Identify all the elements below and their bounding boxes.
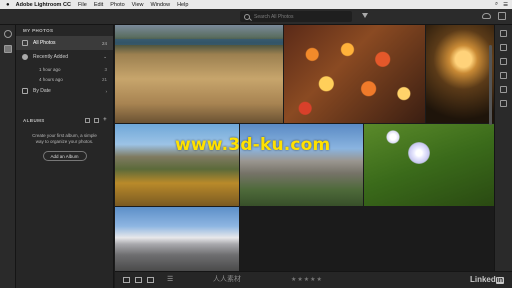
menu-photo[interactable]: Photo <box>110 2 124 8</box>
crop-icon[interactable] <box>500 44 507 51</box>
add-photos-icon[interactable] <box>3 30 12 38</box>
chevron-right-icon[interactable]: › <box>106 89 108 94</box>
radial-gradient-icon[interactable] <box>500 86 507 93</box>
library-icon[interactable] <box>3 45 12 53</box>
photo-snowy-mountains[interactable] <box>115 207 239 271</box>
search-input[interactable]: Search All Photos <box>240 11 352 22</box>
sidebar-item-label: By Date <box>33 88 51 94</box>
cloud-sync-icon[interactable] <box>482 13 491 19</box>
all-photos-count: 24 <box>101 40 107 46</box>
sidebar-sub-item[interactable]: 4 hours ago 21 <box>16 74 113 84</box>
albums-empty-message: Create your first album, a simple way to… <box>32 133 97 144</box>
albums-tools: + <box>85 117 107 123</box>
filter-icon[interactable] <box>362 13 368 18</box>
search-placeholder: Search All Photos <box>254 13 294 20</box>
grid-view-icon[interactable] <box>123 277 130 283</box>
linkedin-wordmark: Linked <box>469 275 496 284</box>
sub-item-label: 4 hours ago <box>39 76 63 82</box>
search-status-icon[interactable]: ⌕ <box>495 1 498 8</box>
search-icon <box>244 13 250 20</box>
photos-icon <box>22 40 28 46</box>
albums-header-label: ALBUMS <box>23 117 45 123</box>
site-watermark: 人人素材 <box>213 276 241 283</box>
sidebar: MY PHOTOS All Photos 24 Recently Added ⌄… <box>16 25 114 288</box>
add-icon[interactable]: + <box>103 117 107 123</box>
apple-icon[interactable]: ● <box>6 2 10 8</box>
my-photos-header: MY PHOTOS <box>23 28 54 33</box>
photo-lanterns[interactable] <box>284 25 425 123</box>
sub-item-label: 1 hour ago <box>39 66 61 72</box>
watermark-url: www.3d-ku.com <box>175 135 331 155</box>
clock-icon <box>22 54 28 60</box>
calendar-icon <box>22 88 28 94</box>
menu-bar: ● Adobe Lightroom CC File Edit Photo Vie… <box>0 0 512 9</box>
left-rail <box>0 25 16 288</box>
sidebar-item-label: All Photos <box>33 40 56 46</box>
grid-view-icon[interactable] <box>94 117 100 123</box>
menu-edit[interactable]: Edit <box>94 2 103 8</box>
brush-icon[interactable] <box>500 58 507 65</box>
photo-grass-field[interactable] <box>115 25 283 123</box>
chevron-down-icon[interactable]: ⌄ <box>103 54 107 60</box>
albums-header: ALBUMS + <box>16 115 113 125</box>
edit-icon[interactable] <box>500 30 507 37</box>
list-view-icon[interactable] <box>85 117 91 123</box>
sidebar-item-recently-added[interactable]: Recently Added ⌄ <box>16 50 113 64</box>
menu-help[interactable]: Help <box>177 2 188 8</box>
add-album-button[interactable]: Add an Album <box>42 151 87 161</box>
bottom-bar: ☰ 人人素材 ★★★★★ Linkedin <box>115 271 512 288</box>
rating-stars[interactable]: ★★★★★ <box>291 276 323 283</box>
grid-scrollbar[interactable] <box>489 45 492 125</box>
right-rail <box>494 25 512 271</box>
sidebar-item-label: Recently Added <box>33 54 69 60</box>
menubar-status-area: ⌕ ☰ <box>495 0 508 9</box>
sub-item-count: 3 <box>104 66 107 72</box>
photo-columbine-flower[interactable] <box>364 124 494 206</box>
share-icon[interactable] <box>498 12 506 20</box>
linear-gradient-icon[interactable] <box>500 72 507 79</box>
linkedin-logo: Linkedin <box>470 275 504 284</box>
sidebar-sub-item[interactable]: 1 hour ago 3 <box>16 64 113 74</box>
top-toolbar: Search All Photos <box>0 9 512 25</box>
square-grid-icon[interactable] <box>135 277 142 283</box>
photo-alley-night[interactable] <box>426 25 494 123</box>
list-status-icon[interactable]: ☰ <box>503 2 508 8</box>
menu-app-name[interactable]: Adobe Lightroom CC <box>16 2 71 8</box>
detail-view-icon[interactable] <box>147 277 154 283</box>
linkedin-in-badge: in <box>495 277 504 284</box>
sidebar-item-all-photos[interactable]: All Photos 24 <box>16 36 113 50</box>
toolbar-right-icons <box>482 12 506 20</box>
sub-item-count: 21 <box>101 76 107 82</box>
sort-icon[interactable]: ☰ <box>167 276 174 283</box>
menu-file[interactable]: File <box>78 2 87 8</box>
menu-view[interactable]: View <box>132 2 144 8</box>
sidebar-item-by-date[interactable]: By Date › <box>16 84 113 98</box>
info-icon[interactable] <box>500 100 507 107</box>
menu-window[interactable]: Window <box>151 2 171 8</box>
